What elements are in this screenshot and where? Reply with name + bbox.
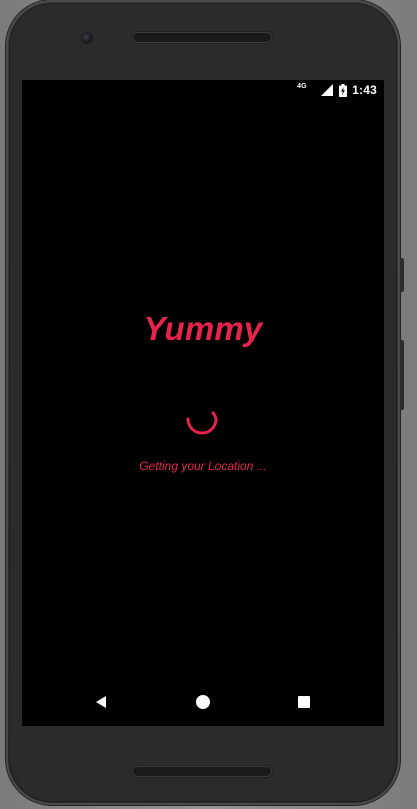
front-camera (82, 33, 92, 43)
loading-message: Getting your Location ... (139, 459, 267, 473)
device-screen: 4G 1:43 Yummy Getting your Location ... (22, 80, 384, 726)
status-icons: 4G 1:43 (297, 82, 377, 98)
recents-button[interactable] (292, 690, 316, 714)
app-title: Yummy (143, 310, 263, 347)
bottom-speaker (132, 766, 272, 777)
back-button[interactable] (89, 690, 113, 714)
status-time: 1:43 (352, 83, 377, 97)
volume-button[interactable] (400, 340, 404, 410)
loading-spinner-icon (183, 402, 221, 440)
back-triangle-icon (96, 696, 106, 708)
top-speaker (132, 32, 272, 43)
power-button[interactable] (400, 258, 404, 292)
navigation-bar (22, 678, 384, 726)
recents-square-icon (298, 696, 310, 708)
network-type-label: 4G (297, 83, 307, 90)
home-circle-icon (196, 695, 210, 709)
battery-charging-icon (339, 83, 348, 97)
status-bar: 4G 1:43 (22, 80, 384, 100)
signal-icon: 4G (297, 83, 334, 97)
home-button[interactable] (191, 690, 215, 714)
